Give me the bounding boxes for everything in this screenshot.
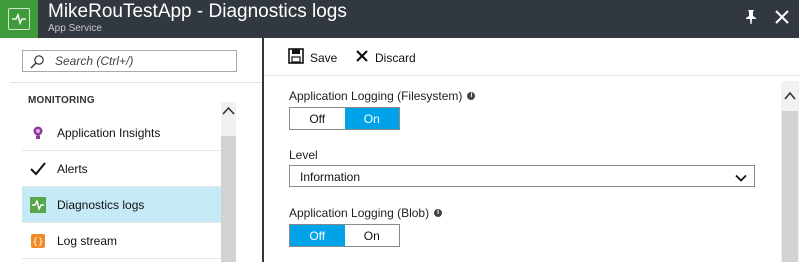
sidebar-item-alerts[interactable]: Alerts [22,151,221,187]
search-input[interactable]: Search (Ctrl+/) [22,50,237,72]
app-service-icon [0,0,38,38]
scrollbar-thumb[interactable] [221,136,236,262]
page-subtitle: App Service [48,23,102,34]
settings-scrollbar[interactable] [781,81,799,262]
toggle-option-off[interactable]: Off [290,108,345,129]
chevron-down-icon [735,171,747,183]
page-title: MikeRouTestApp - Diagnostics logs [48,1,347,22]
sidebar-item-label: Application Insights [57,125,161,140]
info-icon[interactable]: i [434,209,443,217]
sidebar-item-log-stream[interactable]: {} Log stream [22,223,221,259]
discard-button[interactable]: Discard [355,49,416,68]
sidebar-item-label: Diagnostics logs [57,197,145,212]
lightbulb-icon [30,125,46,141]
checkmark-icon [30,161,46,177]
diagnostics-icon [30,196,46,213]
save-icon [288,47,304,69]
sidebar-item-label: Log stream [57,233,118,248]
app-logging-blob-toggle[interactable]: Off On [289,224,400,247]
sidebar-item-diagnostics-logs[interactable]: Diagnostics logs [22,187,221,223]
discard-label: Discard [375,51,416,65]
search-icon [29,54,45,70]
app-logging-filesystem-label: Application Logging (Filesystem) i [289,89,476,103]
save-button[interactable]: Save [288,47,338,69]
log-stream-icon: {} [30,233,46,249]
search-divider [10,82,262,83]
diagnostics-settings-pane: Save Discard Application Logging (Filesy… [264,38,799,262]
section-label-monitoring: MONITORING [28,95,95,106]
info-icon[interactable]: i [467,92,476,100]
toolbar-divider [264,75,799,76]
toggle-option-off[interactable]: Off [290,225,345,246]
level-label: Level [289,148,318,162]
level-select[interactable]: Information [289,165,755,187]
sidebar-item-label: Alerts [57,161,88,176]
scrollbar-thumb[interactable] [782,111,798,262]
app-logging-blob-label: Application Logging (Blob) i [289,206,443,220]
sidebar-scrollbar[interactable] [221,102,236,262]
resource-menu: Search (Ctrl+/) MONITORING Application I… [0,38,262,262]
search-placeholder: Search (Ctrl+/) [55,54,134,68]
sidebar-item-application-insights[interactable]: Application Insights [22,115,221,151]
discard-icon [355,49,369,68]
toggle-option-on[interactable]: On [344,108,399,129]
level-select-value: Information [300,170,361,184]
app-logging-filesystem-toggle[interactable]: Off On [289,107,400,130]
svg-text:{}: {} [32,237,43,247]
save-label: Save [310,51,338,65]
chevron-up-icon[interactable] [221,104,236,118]
toggle-option-on[interactable]: On [344,225,399,246]
close-icon[interactable] [772,7,792,27]
chevron-up-icon[interactable] [783,89,797,103]
pin-icon[interactable] [742,8,760,26]
blade-header: MikeRouTestApp - Diagnostics logs App Se… [0,0,799,38]
